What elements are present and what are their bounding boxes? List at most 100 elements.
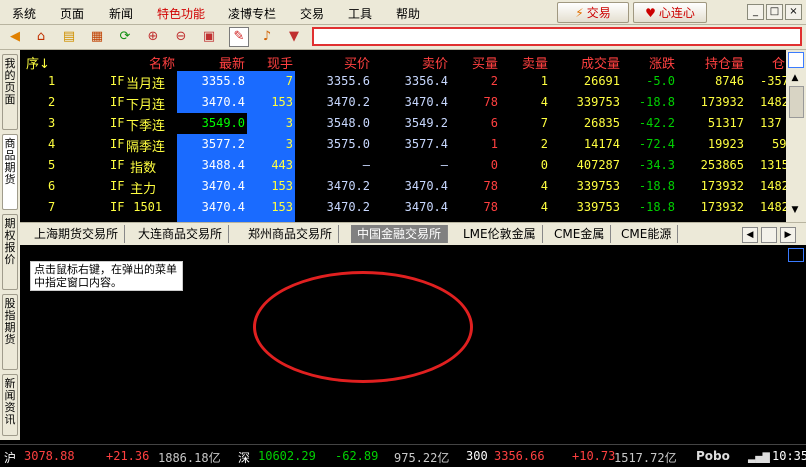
cell-name: 当月连 — [126, 77, 166, 92]
cell-vol: 153 — [271, 95, 293, 109]
service-button[interactable]: ♥ 心连心 — [633, 2, 707, 23]
tab-my-pages[interactable]: 我的页面 — [2, 54, 18, 130]
pencil-icon[interactable]: ✎ — [229, 27, 249, 47]
trade-button[interactable]: ⚡ 交易 — [557, 2, 629, 23]
command-input[interactable] — [312, 27, 802, 46]
menu-features[interactable]: 特色功能 — [157, 5, 205, 22]
tab-options-quotes[interactable]: 期权报价 — [2, 214, 18, 290]
sh-change: +21.36 — [106, 449, 150, 463]
table-row[interactable]: 6 IF 主力 3470.4 153 3470.2 3470.4 78 4 33… — [20, 176, 786, 197]
cell-total: 14174 — [583, 137, 620, 151]
menu-help[interactable]: 帮助 — [396, 5, 420, 22]
pane-toggle-icon[interactable] — [788, 248, 804, 262]
table-row[interactable]: 7 IF 1501 3470.4 153 3470.2 3470.4 78 4 … — [20, 197, 786, 218]
table-row[interactable]: 5 IF 指数 3488.4 443 — — 0 0 407287 -34.3 … — [20, 155, 786, 176]
cell-last: 3470.4 — [201, 179, 245, 193]
table-row[interactable]: 4 IF 隔季连 3577.2 3 3575.0 3577.4 1 2 1417… — [20, 134, 786, 155]
header-name[interactable]: 名称 — [120, 53, 175, 72]
window-icon[interactable]: ▣ — [200, 28, 218, 46]
tab-dce[interactable]: 大连商品交易所 — [132, 225, 230, 243]
scroll-track[interactable] — [761, 227, 777, 243]
tab-shfe[interactable]: 上海期货交易所 — [28, 225, 126, 243]
scroll-down-icon[interactable]: ▼ — [788, 204, 802, 216]
zoom-out-icon[interactable]: ⊖ — [172, 28, 190, 46]
cell-change: -5.0 — [646, 74, 675, 88]
header-change[interactable]: 涨跌 — [625, 53, 675, 72]
cell-extra: 59 — [772, 137, 786, 151]
cell-code: IF — [110, 200, 125, 214]
header-extra[interactable]: 仓 — [772, 53, 785, 72]
table-row[interactable]: 1 IF 当月连 3355.8 7 3355.6 3356.4 2 1 2669… — [20, 71, 786, 92]
close-button[interactable]: × — [785, 4, 802, 20]
cell-vol: 7 — [285, 74, 293, 88]
cell-extra: 1482 — [760, 95, 786, 109]
cell-bidvol: 78 — [483, 179, 498, 193]
scroll-up-icon[interactable]: ▲ — [788, 72, 802, 84]
lightning-icon: ⚡ — [575, 5, 584, 20]
cell-last: 3470.4 — [201, 200, 245, 214]
cell-askvol: 0 — [540, 158, 548, 172]
sz-change: -62.89 — [335, 449, 379, 463]
tab-lme[interactable]: LME伦敦金属 — [457, 225, 543, 243]
header-total[interactable]: 成交量 — [560, 53, 620, 72]
tab-news[interactable]: 新闻资讯 — [2, 374, 18, 436]
menu-page[interactable]: 页面 — [60, 5, 84, 22]
header-ask[interactable]: 卖价 — [390, 53, 448, 72]
back-arrow-icon[interactable]: ◀ — [6, 28, 24, 46]
header-bid[interactable]: 买价 — [310, 53, 370, 72]
service-button-label: 心连心 — [658, 6, 695, 20]
maximize-button[interactable]: □ — [766, 4, 783, 20]
cell-bid: 3548.0 — [326, 116, 370, 130]
stack-icon[interactable]: ▤ — [60, 28, 78, 46]
cell-total: 26835 — [583, 116, 620, 130]
tab-czce[interactable]: 郑州商品交易所 — [242, 225, 340, 243]
lower-pane[interactable]: 点击鼠标右键，在弹出的菜单中指定窗口内容。 — [20, 245, 806, 440]
scroll-thumb[interactable] — [789, 86, 804, 118]
cell-last: 3488.4 — [201, 158, 245, 172]
refresh-icon[interactable]: ⟳ — [116, 28, 134, 46]
signal-icon: ▂▄▆ — [748, 449, 770, 463]
table-row[interactable]: 2 IF 下月连 3470.4 153 3470.2 3470.4 78 4 3… — [20, 92, 786, 113]
zoom-in-icon[interactable]: ⊕ — [144, 28, 162, 46]
menu-tools[interactable]: 工具 — [348, 5, 372, 22]
table-row[interactable]: 3 IF 下季连 3549.0 3 3548.0 3549.2 6 7 2683… — [20, 113, 786, 134]
header-seq[interactable]: 序↓ — [26, 53, 50, 72]
table-icon[interactable]: ▦ — [88, 28, 106, 46]
bell-icon[interactable]: ♪ — [258, 28, 276, 46]
tab-cme-metal[interactable]: CME金属 — [548, 225, 612, 243]
menu-trade[interactable]: 交易 — [300, 5, 324, 22]
cell-change: -18.8 — [638, 179, 675, 193]
cell-oi: 173932 — [700, 95, 744, 109]
header-vol[interactable]: 现手 — [250, 53, 293, 72]
hs300-price: 3356.66 — [494, 449, 545, 463]
tab-cme-energy[interactable]: CME能源 — [615, 225, 679, 243]
cell-vol: 3 — [285, 137, 293, 151]
header-oi[interactable]: 持仓量 — [680, 53, 744, 72]
menu-news[interactable]: 新闻 — [109, 5, 133, 22]
table-scrollbar[interactable]: ▲ ▼ — [786, 50, 806, 222]
header-bidvol[interactable]: 买量 — [460, 53, 498, 72]
sh-label: 沪 — [4, 451, 17, 465]
filter-icon[interactable]: ▼ — [285, 28, 303, 46]
left-tab-strip: 我的页面 商品期货 期权报价 股指期货 新闻资讯 — [0, 50, 20, 440]
tab-cffex[interactable]: 中国金融交易所 — [351, 225, 449, 243]
cell-change: -18.8 — [638, 200, 675, 214]
trade-button-label: 交易 — [586, 6, 611, 20]
cell-extra: 1315 — [760, 158, 786, 172]
scroll-left-icon[interactable]: ◀ — [742, 227, 758, 243]
cell-bidvol: 6 — [490, 116, 498, 130]
scroll-right-icon[interactable]: ▶ — [780, 227, 796, 243]
header-last[interactable]: 最新 — [190, 53, 245, 72]
menu-system[interactable]: 系统 — [12, 5, 36, 22]
home-icon[interactable]: ⌂ — [32, 28, 50, 46]
header-askvol[interactable]: 卖量 — [510, 53, 548, 72]
minimize-button[interactable]: _ — [747, 4, 764, 20]
tab-commodity-futures[interactable]: 商品期货 — [2, 134, 18, 210]
tab-index-futures[interactable]: 股指期货 — [2, 294, 18, 370]
toolbar: ◀ ⌂ ▤ ▦ ⟳ ⊕ ⊖ ▣ ✎ ♪ ▼ — [0, 25, 806, 50]
cell-askvol: 1 — [540, 74, 548, 88]
cell-vol: 153 — [271, 200, 293, 214]
menu-column[interactable]: 凌博专栏 — [228, 5, 276, 22]
pane-toggle-icon[interactable] — [788, 52, 804, 68]
cell-askvol: 4 — [540, 200, 548, 214]
